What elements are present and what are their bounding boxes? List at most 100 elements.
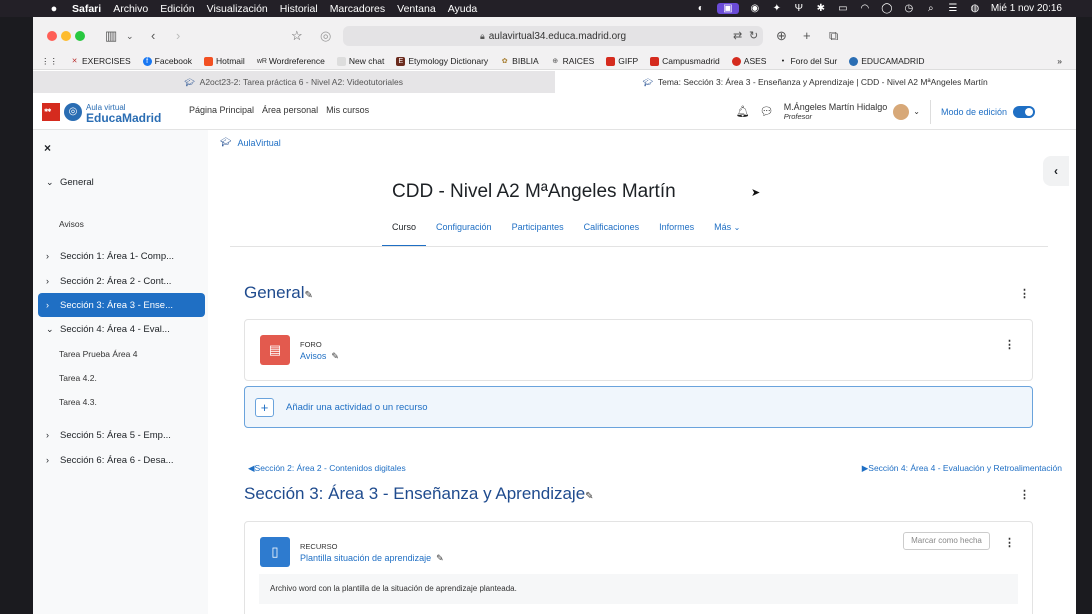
bookmark-exercises[interactable]: ✕ EXERCISES	[70, 56, 131, 66]
sidebar-item-seccion-5[interactable]: › Sección 5: Área 5 - Emp...	[38, 423, 205, 447]
bookmark-grid-icon[interactable]: ⋮⋮	[41, 56, 58, 67]
bookmark-campusmadrid[interactable]: Campusmadrid	[650, 56, 720, 66]
back-icon[interactable]: ‹	[151, 28, 155, 43]
nav-area-personal[interactable]: Área personal	[262, 105, 318, 115]
zoom-window-button[interactable]	[75, 31, 85, 41]
menu-edicion[interactable]: Edición	[160, 3, 194, 15]
translate-icon[interactable]: ⇄	[733, 29, 742, 42]
sidebar-item-seccion-1[interactable]: › Sección 1: Área 1- Comp...	[38, 244, 205, 268]
chevron-right-icon[interactable]: ›	[46, 251, 56, 261]
add-activity-button[interactable]: + Añadir una actividad o un recurso	[244, 386, 1033, 428]
dropbox-icon[interactable]: ✦	[771, 3, 783, 14]
bookmark-wordreference[interactable]: wR Wordreference	[257, 56, 325, 66]
chevron-down-icon[interactable]: ⌄	[46, 177, 56, 188]
nav-mis-cursos[interactable]: Mis cursos	[326, 105, 369, 115]
tab-mas[interactable]: Más ⌄	[704, 220, 750, 247]
educamadrid-logo[interactable]: ◎ Aula virtual EducaMadrid	[42, 101, 161, 124]
close-drawer-icon[interactable]: ×	[44, 141, 51, 155]
sidebar-item-seccion-6[interactable]: › Sección 6: Área 6 - Desa...	[38, 448, 205, 472]
menu-historial[interactable]: Historial	[280, 3, 318, 15]
tab-configuracion[interactable]: Configuración	[426, 220, 502, 247]
sidebar-item-tarea-4-2[interactable]: Tarea 4.2.	[59, 373, 97, 383]
edit-pencil-icon[interactable]: ✎	[304, 290, 312, 301]
open-right-drawer-button[interactable]: ‹	[1043, 156, 1069, 186]
tab-informes[interactable]: Informes	[649, 220, 704, 247]
bookmark-hotmail[interactable]: Hotmail	[204, 56, 245, 66]
bookmark-educamadrid[interactable]: EDUCAMADRID	[849, 56, 925, 66]
menu-visualizacion[interactable]: Visualización	[207, 3, 268, 15]
bookmark-facebook[interactable]: f Facebook	[142, 56, 192, 66]
menu-marcadores[interactable]: Marcadores	[330, 3, 385, 15]
tab-overview-icon[interactable]: ⧉	[829, 28, 838, 44]
bookmark-star-icon[interactable]: ☆	[291, 28, 303, 44]
time-machine-icon[interactable]: ◷	[903, 3, 915, 14]
menu-ayuda[interactable]: Ayuda	[448, 3, 478, 15]
forward-icon[interactable]: ›	[176, 28, 180, 43]
chevron-down-icon[interactable]: ⌄	[126, 31, 134, 42]
edit-pencil-icon[interactable]: ✎	[585, 491, 593, 502]
siri-icon[interactable]: ◍	[969, 3, 981, 14]
bluetooth-icon[interactable]: ✱	[815, 3, 827, 14]
edit-mode-toggle[interactable]	[1013, 105, 1035, 118]
search-icon[interactable]: ⌕	[925, 3, 937, 14]
messages-icon[interactable]: 💬︎	[760, 105, 774, 118]
section-menu-icon[interactable]: ⋮	[1019, 287, 1030, 300]
tab-curso[interactable]: Curso	[382, 220, 427, 247]
status-app-icon[interactable]: ◐	[695, 3, 707, 14]
status-app-icon[interactable]: Ψ	[793, 3, 805, 14]
download-icon[interactable]: ⊕	[776, 28, 787, 44]
menubar-clock[interactable]: Mié 1 nov 20:16	[991, 3, 1062, 14]
chevron-right-icon[interactable]: ›	[46, 430, 56, 440]
edit-pencil-icon[interactable]: ✎	[436, 553, 444, 563]
bookmarks-overflow-icon[interactable]: »	[1057, 56, 1062, 66]
bookmark-new-chat[interactable]: New chat	[336, 56, 384, 66]
chevron-right-icon[interactable]: ›	[46, 455, 56, 465]
sidebar-item-tarea-4-3[interactable]: Tarea 4.3.	[59, 397, 97, 407]
sidebar-item-seccion-3[interactable]: › Sección 3: Área 3 - Ense...	[38, 293, 205, 317]
bookmark-biblia[interactable]: ✿ BIBLIA	[500, 56, 539, 66]
sidebar-item-general[interactable]: ⌄ General	[38, 170, 205, 194]
menu-archivo[interactable]: Archivo	[113, 3, 148, 15]
breadcrumb-aulavirtual[interactable]: AulaVirtual	[237, 138, 280, 148]
battery-icon[interactable]: ▭	[837, 3, 849, 14]
avatar[interactable]	[893, 103, 910, 120]
user-menu-text[interactable]: M.Ángeles Martín Hidalgo Profesor	[784, 102, 888, 122]
activity-menu-icon[interactable]: ⋮	[1004, 338, 1015, 351]
user-icon[interactable]: ◯	[881, 3, 893, 14]
reload-icon[interactable]: ↻	[749, 29, 758, 42]
chevron-right-icon[interactable]: ›	[46, 300, 56, 310]
screen-record-icon[interactable]: ▣	[716, 3, 739, 14]
sidebar-item-tarea-prueba[interactable]: Tarea Prueba Área 4	[59, 349, 137, 359]
bookmark-ases[interactable]: ASES	[731, 56, 766, 66]
bookmark-etymology[interactable]: E Etymology Dictionary	[396, 56, 488, 66]
tab-tarea-practica[interactable]: 🎓︎ A2oct23-2: Tarea práctica 6 - Nivel A2…	[33, 71, 555, 93]
notifications-bell-icon[interactable]: 🔔︎	[736, 105, 750, 118]
next-section-link[interactable]: ▶Sección 4: Área 4 - Evaluación y Retroa…	[862, 463, 1062, 474]
prev-section-link[interactable]: ◀Sección 2: Área 2 - Contenidos digitale…	[248, 463, 406, 474]
nav-pagina-principal[interactable]: Página Principal	[189, 105, 254, 115]
chevron-down-icon[interactable]: ⌄	[913, 107, 920, 116]
menu-ventana[interactable]: Ventana	[397, 3, 436, 15]
sidebar-item-avisos[interactable]: Avisos	[59, 219, 84, 229]
tab-calificaciones[interactable]: Calificaciones	[574, 220, 650, 247]
apple-menu-icon[interactable]: ●	[48, 3, 60, 15]
bookmark-foro-del-sur[interactable]: • Foro del Sur	[778, 56, 838, 66]
new-tab-icon[interactable]: +	[803, 28, 811, 43]
activity-name-link[interactable]: Plantilla situación de aprendizaje ✎	[300, 553, 444, 564]
wifi-icon[interactable]: ◠	[859, 3, 871, 14]
mark-as-done-button[interactable]: Marcar como hecha	[903, 532, 990, 550]
address-bar[interactable]: 🔒︎ aulavirtual34.educa.madrid.org	[343, 26, 763, 46]
tab-participantes[interactable]: Participantes	[502, 220, 574, 247]
menu-safari[interactable]: Safari	[72, 3, 101, 15]
extension-icon[interactable]: ◎	[320, 28, 331, 44]
bookmark-gifp[interactable]: GIFP	[606, 56, 638, 66]
close-window-button[interactable]	[47, 31, 57, 41]
status-app-icon[interactable]: ◉	[749, 3, 761, 14]
sidebar-item-seccion-4[interactable]: ⌄ Sección 4: Área 4 - Eval...	[38, 317, 205, 341]
activity-name-link[interactable]: Avisos ✎	[300, 351, 339, 362]
chevron-down-icon[interactable]: ⌄	[46, 324, 56, 335]
sidebar-toggle-icon[interactable]: ▥	[105, 28, 117, 44]
control-center-icon[interactable]: ☰	[947, 3, 959, 14]
activity-menu-icon[interactable]: ⋮	[1004, 536, 1015, 549]
minimize-window-button[interactable]	[61, 31, 71, 41]
